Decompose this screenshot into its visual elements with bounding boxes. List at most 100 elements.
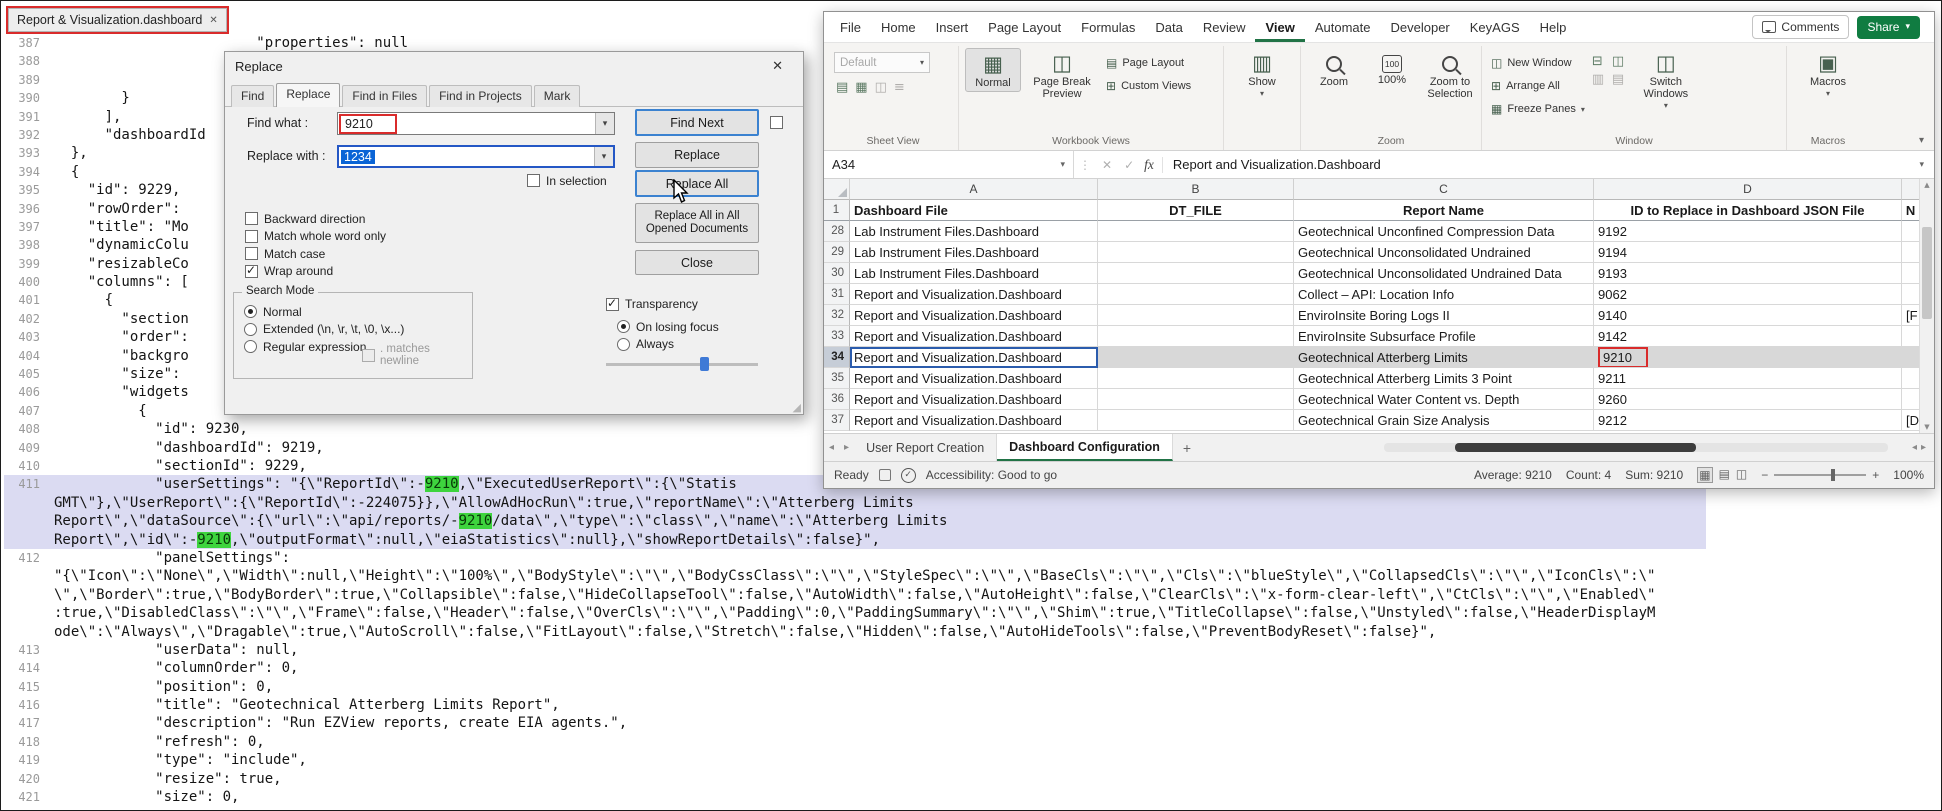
row-number[interactable]: 32 xyxy=(824,305,850,326)
horizontal-scrollbar[interactable] xyxy=(1384,443,1888,452)
column-header-a[interactable]: A xyxy=(850,179,1098,200)
find-next-option-checkbox[interactable] xyxy=(770,116,783,129)
search-mode-normal[interactable]: Normal xyxy=(244,303,404,321)
collapse-ribbon-icon[interactable]: ▾ xyxy=(1919,135,1924,146)
ribbon-tab-insert[interactable]: Insert xyxy=(926,12,979,42)
sheet-view-select[interactable]: Default ▾ xyxy=(834,52,930,73)
hide-window-icon[interactable]: ▥ xyxy=(1592,73,1608,87)
reset-window-position-icon[interactable]: ▤ xyxy=(1612,73,1628,87)
transparency-slider[interactable] xyxy=(606,356,758,372)
row-number[interactable]: 33 xyxy=(824,326,850,347)
page-break-view-icon[interactable]: ◫ xyxy=(1736,467,1747,483)
cell-B32[interactable] xyxy=(1098,305,1294,326)
cell-C33[interactable]: EnviroInsite Subsurface Profile xyxy=(1294,326,1594,347)
close-button[interactable]: Close xyxy=(635,250,759,275)
cell-A32[interactable]: Report and Visualization.Dashboard xyxy=(850,305,1098,326)
zoom-in-icon[interactable]: + xyxy=(1872,468,1879,482)
cell-A35[interactable]: Report and Visualization.Dashboard xyxy=(850,368,1098,389)
dialog-close-icon[interactable]: ✕ xyxy=(762,57,793,76)
cell-C32[interactable]: EnviroInsite Boring Logs II xyxy=(1294,305,1594,326)
macros-button[interactable]: ▣ Macros ▾ xyxy=(1801,48,1855,100)
editor-tab[interactable]: Report & Visualization.dashboard ✕ xyxy=(8,8,227,32)
ribbon-tab-home[interactable]: Home xyxy=(871,12,926,42)
cell-E33[interactable] xyxy=(1902,326,1920,347)
dialog-tab-find-in-projects[interactable]: Find in Projects xyxy=(429,85,532,107)
page-layout-button[interactable]: ▤ Page Layout xyxy=(1103,53,1194,73)
cell-D33[interactable]: 9142 xyxy=(1594,326,1902,347)
cell-B36[interactable] xyxy=(1098,389,1294,410)
show-button[interactable]: ▥ Show ▾ xyxy=(1235,48,1289,100)
cell-C34[interactable]: Geotechnical Atterberg Limits xyxy=(1294,347,1594,368)
cell-A28[interactable]: Lab Instrument Files.Dashboard xyxy=(850,221,1098,242)
cell-B34[interactable] xyxy=(1098,347,1294,368)
ribbon-tab-view[interactable]: View xyxy=(1255,12,1304,42)
cell-B33[interactable] xyxy=(1098,326,1294,347)
cell-C30[interactable]: Geotechnical Unconsolidated Undrained Da… xyxy=(1294,263,1594,284)
cell-B30[interactable] xyxy=(1098,263,1294,284)
find-dropdown-arrow-icon[interactable]: ▾ xyxy=(595,113,614,134)
replace-button[interactable]: Replace xyxy=(635,142,759,168)
comments-button[interactable]: Comments xyxy=(1752,15,1849,39)
cell-A31[interactable]: Report and Visualization.Dashboard xyxy=(850,284,1098,305)
cell-E29[interactable] xyxy=(1902,242,1920,263)
page-break-preview-button[interactable]: ◫ Page Break Preview xyxy=(1025,48,1099,102)
row-number[interactable]: 30 xyxy=(824,263,850,284)
ribbon-tab-developer[interactable]: Developer xyxy=(1381,12,1460,42)
header-cell-2[interactable]: DT_FILE xyxy=(1098,200,1294,221)
cell-D31[interactable]: 9062 xyxy=(1594,284,1902,305)
row-number[interactable]: 28 xyxy=(824,221,850,242)
cell-B31[interactable] xyxy=(1098,284,1294,305)
row-number[interactable]: 1 xyxy=(824,200,850,221)
dialog-tab-find[interactable]: Find xyxy=(231,85,274,107)
switch-windows-button[interactable]: ◫ Switch Windows ▾ xyxy=(1632,48,1700,112)
row-number[interactable]: 34 xyxy=(824,347,850,368)
cell-A34[interactable]: Report and Visualization.Dashboard xyxy=(850,347,1098,368)
zoom-to-selection-button[interactable]: Zoom to Selection xyxy=(1423,48,1477,102)
zoom-100-button[interactable]: 100 100% xyxy=(1365,48,1419,88)
vertical-scrollbar[interactable]: ▲ ▼ xyxy=(1919,179,1934,433)
cell-C37[interactable]: Geotechnical Grain Size Analysis xyxy=(1294,410,1594,431)
cell-D30[interactable]: 9193 xyxy=(1594,263,1902,284)
cell-A30[interactable]: Lab Instrument Files.Dashboard xyxy=(850,263,1098,284)
scroll-up-icon[interactable]: ▲ xyxy=(1920,181,1934,189)
ribbon-tab-keyags[interactable]: KeyAGS xyxy=(1460,12,1530,42)
keep-sheet-view-icon[interactable]: ▤ xyxy=(836,81,848,95)
cell-D36[interactable]: 9260 xyxy=(1594,389,1902,410)
accessibility-status[interactable]: Accessibility: Good to go xyxy=(926,468,1057,482)
column-header-c[interactable]: C xyxy=(1294,179,1594,200)
cell-E36[interactable] xyxy=(1902,389,1920,410)
normal-view-button[interactable]: ▦ Normal xyxy=(965,48,1021,92)
replace-dropdown-arrow-icon[interactable]: ▾ xyxy=(594,147,613,166)
search-mode-extended-n-r-t-0-x-[interactable]: Extended (\n, \r, \t, \0, \x...) xyxy=(244,321,404,339)
dialog-tab-find-in-files[interactable]: Find in Files xyxy=(342,85,427,107)
sheet-tab-user-report-creation[interactable]: User Report Creation xyxy=(854,434,997,461)
arrange-all-button[interactable]: ⊞ Arrange All xyxy=(1488,76,1588,96)
tab-close-icon[interactable]: ✕ xyxy=(209,15,217,26)
zoom-percentage[interactable]: 100% xyxy=(1893,468,1924,482)
select-all-corner[interactable] xyxy=(824,179,850,200)
row-number[interactable]: 31 xyxy=(824,284,850,305)
option-wrap-around[interactable]: Wrap around xyxy=(245,263,386,281)
view-side-by-side-icon[interactable]: ◫ xyxy=(1612,55,1628,69)
transparency-mode-on-losing-focus[interactable]: On losing focus xyxy=(617,318,719,336)
row-number[interactable]: 35 xyxy=(824,368,850,389)
column-header-partial[interactable] xyxy=(1902,179,1920,200)
sheet-nav-left-icon[interactable]: ◂ xyxy=(824,442,839,453)
cell-B28[interactable] xyxy=(1098,221,1294,242)
cell-C29[interactable]: Geotechnical Unconsolidated Undrained xyxy=(1294,242,1594,263)
column-header-b[interactable]: B xyxy=(1098,179,1294,200)
name-box[interactable]: A34 ▾ xyxy=(824,151,1074,178)
cancel-icon[interactable]: ✕ xyxy=(1096,158,1118,172)
scroll-down-icon[interactable]: ▼ xyxy=(1920,423,1934,431)
ribbon-tab-data[interactable]: Data xyxy=(1145,12,1192,42)
cell-D29[interactable]: 9194 xyxy=(1594,242,1902,263)
cell-D37[interactable]: 9212 xyxy=(1594,410,1902,431)
cell-E31[interactable] xyxy=(1902,284,1920,305)
option-match-case[interactable]: Match case xyxy=(245,245,386,263)
sheet-tab-dashboard-configuration[interactable]: Dashboard Configuration xyxy=(997,434,1173,461)
replace-with-input[interactable]: 1234 ▾ xyxy=(337,145,615,168)
zoom-slider-thumb[interactable] xyxy=(1831,469,1835,481)
cell-E35[interactable] xyxy=(1902,368,1920,389)
row-number[interactable]: 29 xyxy=(824,242,850,263)
cell-E34[interactable] xyxy=(1902,347,1920,368)
